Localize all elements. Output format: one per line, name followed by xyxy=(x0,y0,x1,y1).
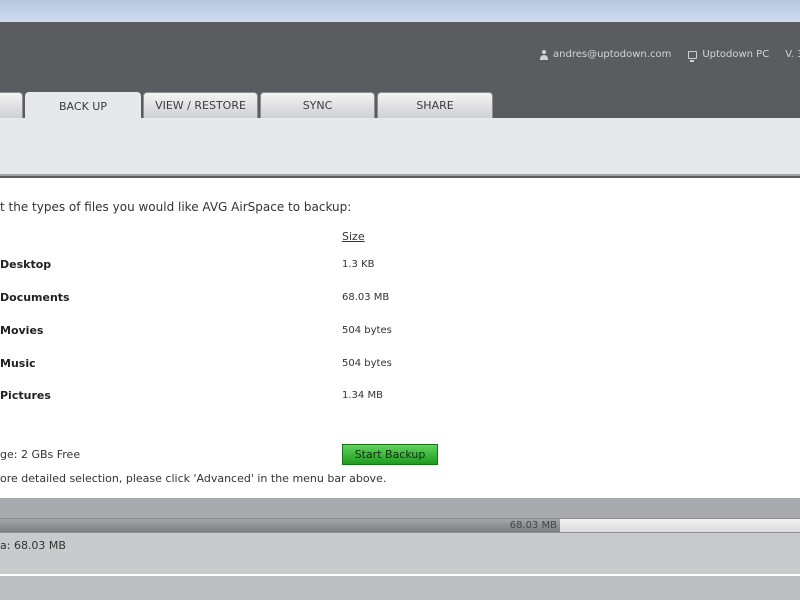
user-icon xyxy=(540,49,548,60)
account-info: andres@uptodown.com Uptodown PC V. 3.7 xyxy=(540,49,800,62)
tab-toolbar xyxy=(0,118,800,176)
window-title-strip xyxy=(0,0,800,22)
file-size-music: 504 bytes xyxy=(342,358,392,369)
advanced-hint: ore detailed selection, please click 'Ad… xyxy=(0,472,387,485)
storage-progress-bar: 68.03 MB xyxy=(0,518,800,533)
backup-panel: t the types of files you would like AVG … xyxy=(0,178,800,498)
start-backup-button[interactable]: Start Backup xyxy=(342,444,438,465)
status-area: 68.03 MB a: 68.03 MB xyxy=(0,498,800,574)
file-size-documents: 68.03 MB xyxy=(342,292,390,303)
file-type-music[interactable]: Music xyxy=(0,357,36,370)
file-size-pictures: 1.34 MB xyxy=(342,390,383,401)
footer-bar xyxy=(0,576,800,600)
tab-back-up[interactable]: BACK UP xyxy=(25,92,141,119)
storage-free: ge: 2 GBs Free xyxy=(0,448,81,461)
file-size-desktop: 1.3 KB xyxy=(342,259,375,270)
file-type-desktop[interactable]: Desktop xyxy=(0,258,51,271)
tab-hidden[interactable] xyxy=(0,92,23,118)
storage-progress-label: 68.03 MB xyxy=(509,520,557,531)
tab-sync[interactable]: SYNC xyxy=(260,92,375,118)
file-size-movies: 504 bytes xyxy=(342,325,392,336)
version-label: V. 3.7 xyxy=(785,49,800,60)
total-data-label: a: 68.03 MB xyxy=(0,539,66,552)
pc-name[interactable]: Uptodown PC xyxy=(702,49,769,60)
tab-view-restore[interactable]: VIEW / RESTORE xyxy=(143,92,258,118)
computer-icon xyxy=(688,50,698,62)
size-column-header[interactable]: Size xyxy=(342,230,365,243)
file-type-movies[interactable]: Movies xyxy=(0,324,43,337)
backup-instruction: t the types of files you would like AVG … xyxy=(0,200,352,214)
file-type-pictures[interactable]: Pictures xyxy=(0,389,51,402)
file-type-documents[interactable]: Documents xyxy=(0,291,70,304)
tab-share[interactable]: SHARE xyxy=(377,92,493,118)
user-email[interactable]: andres@uptodown.com xyxy=(553,49,671,60)
status-header-strip xyxy=(0,498,800,518)
